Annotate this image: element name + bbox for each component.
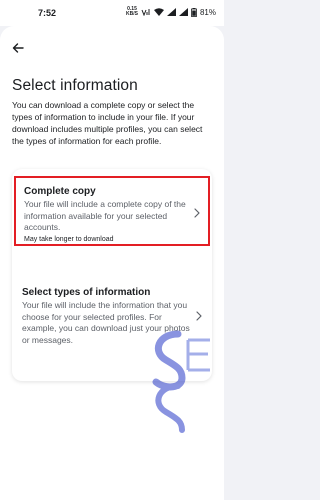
page-description: You can download a complete copy or sele…	[12, 100, 203, 146]
status-time: 7:52	[38, 8, 57, 18]
vowifi-icon	[141, 9, 150, 16]
status-bar: 7:52 0.15 KB/S 81%	[0, 0, 224, 26]
complete-copy-option[interactable]: Complete copy Your file will include a c…	[14, 176, 210, 246]
option-title: Complete copy	[24, 186, 96, 197]
chevron-right-icon	[194, 208, 200, 218]
battery-icon	[191, 7, 197, 17]
watermark-logo	[152, 330, 210, 433]
network-speed: 0.15 KB/S	[126, 6, 138, 17]
wifi-icon	[153, 8, 164, 16]
navigation-bar	[0, 482, 224, 500]
chevron-right-icon	[196, 311, 202, 321]
option-description: Your file will include a complete copy o…	[24, 199, 186, 232]
option-title: Select types of information	[22, 287, 151, 298]
signal-icon	[166, 8, 176, 16]
select-information-sheet: Select information You can download a co…	[0, 26, 224, 482]
signal-icon-2	[178, 8, 188, 16]
status-icons: 0.15 KB/S 81%	[126, 7, 216, 17]
arrow-left-icon	[12, 43, 24, 53]
option-note: May take longer to download	[24, 235, 114, 243]
page-title: Select information	[12, 77, 138, 94]
back-button[interactable]	[8, 40, 28, 56]
battery-percent: 81%	[199, 7, 216, 17]
